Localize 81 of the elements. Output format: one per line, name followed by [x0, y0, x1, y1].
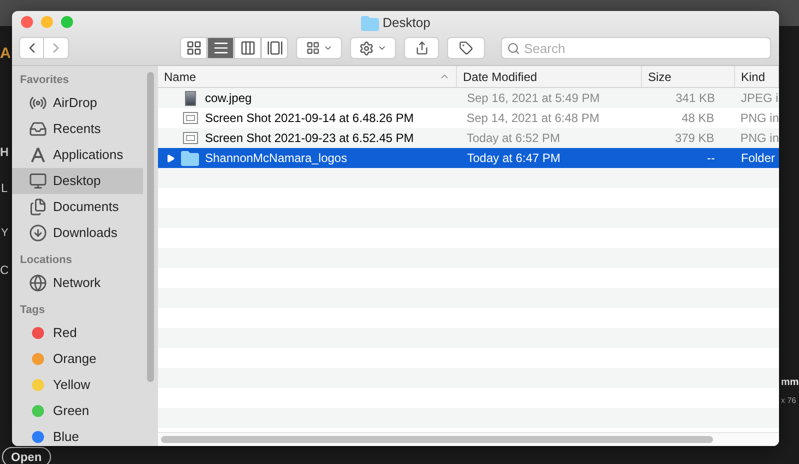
documents-icon: [29, 198, 47, 216]
globe-icon: [29, 274, 47, 292]
sidebar-item[interactable]: Orange: [12, 346, 143, 372]
gallery-view-icon: [266, 40, 282, 56]
column-header[interactable]: Date Modified: [457, 66, 642, 87]
tray-icon: [29, 120, 47, 138]
background-text: mm: [781, 378, 799, 388]
file-kind: Folder: [741, 151, 776, 165]
column-view-icon: [240, 40, 256, 56]
file-kind: JPEG i: [741, 91, 778, 105]
screenshot-file-icon: [182, 132, 198, 144]
background-text: C: [0, 264, 9, 276]
list-view-icon: [212, 40, 228, 56]
sidebar-item[interactable]: AirDrop: [12, 90, 143, 116]
search-icon: [507, 42, 520, 55]
view-mode-button[interactable]: [180, 37, 207, 59]
sidebar-item[interactable]: Green: [12, 398, 143, 424]
folder-icon: [181, 150, 199, 166]
sidebar-item[interactable]: Network: [12, 270, 143, 296]
sidebar-section-title: Favorites: [19, 72, 70, 88]
compass-tool-icon: [29, 146, 47, 164]
group-button[interactable]: [296, 37, 342, 59]
background-text: A: [0, 46, 11, 61]
folder-icon: [360, 16, 379, 30]
view-mode-button[interactable]: [234, 37, 261, 59]
sidebar-item[interactable]: Yellow: [12, 372, 143, 398]
settings-button[interactable]: [350, 37, 396, 59]
date-modified: Today at 6:47 PM: [467, 151, 560, 165]
view-mode-button[interactable]: [261, 37, 288, 59]
file-row[interactable]: cow.jpeg Sep 16, 2021 at 5:49 PM 341 KB JPEG i: [158, 88, 779, 108]
tag-icon: [459, 41, 473, 55]
sidebar-item[interactable]: Red: [12, 320, 143, 346]
background-text: H: [0, 146, 9, 158]
date-modified: Sep 16, 2021 at 5:49 PM: [467, 91, 600, 105]
file-size: --: [707, 150, 715, 167]
sidebar-item[interactable]: Documents: [12, 194, 143, 220]
back-button[interactable]: [19, 37, 44, 59]
airdrop-icon: [29, 94, 47, 112]
sidebar-item[interactable]: Blue: [12, 424, 143, 446]
tag-button[interactable]: [447, 37, 485, 59]
horizontal-scrollbar-thumb[interactable]: [161, 436, 713, 443]
column-header[interactable]: Name: [158, 66, 457, 87]
window-title: Desktop: [382, 14, 430, 32]
file-name: Screen Shot 2021-09-23 at 6.52.45 PM: [205, 130, 414, 147]
sidebar-section-title: Tags: [19, 302, 46, 318]
column-header[interactable]: Kind: [735, 66, 779, 87]
share-button[interactable]: [404, 37, 439, 59]
sidebar-section-title: Locations: [19, 252, 73, 268]
sidebar-item[interactable]: Downloads: [12, 220, 143, 246]
icon-view-icon: [186, 40, 202, 56]
search-field[interactable]: Search: [501, 37, 771, 59]
settings-icon: [359, 40, 374, 56]
file-kind: PNG in: [740, 131, 779, 145]
background-text: x 76: [781, 397, 796, 405]
file-size: 48 KB: [682, 110, 714, 127]
date-modified: Today at 6:52 PM: [466, 131, 560, 145]
share-icon: [414, 41, 428, 55]
sidebar-item[interactable]: Recents: [12, 116, 143, 142]
date-modified: Sep 14, 2021 at 6:48 PM: [466, 111, 600, 125]
file-size: 341 KB: [676, 90, 715, 107]
open-button[interactable]: Open: [2, 447, 51, 464]
file-name: cow.jpeg: [205, 90, 252, 107]
file-size: 379 KB: [674, 130, 714, 147]
download-icon: [29, 224, 47, 242]
view-mode-button[interactable]: [207, 37, 234, 59]
grid-icon: [306, 41, 320, 55]
column-header[interactable]: Size: [642, 66, 735, 87]
background-text: L: [1, 182, 8, 194]
sidebar-item[interactable]: Applications: [12, 142, 143, 168]
file-kind: PNG in: [740, 111, 779, 125]
background-text: Y: [1, 228, 8, 239]
monitor-icon: [29, 172, 47, 190]
screenshot-file-icon: [182, 112, 198, 124]
disclosure-icon[interactable]: [166, 154, 175, 162]
sidebar-item[interactable]: Desktop: [12, 168, 143, 194]
file-name: Screen Shot 2021-09-14 at 6.48.26 PM: [205, 110, 414, 127]
scrollbar-thumb[interactable]: [147, 72, 154, 382]
file-row[interactable]: Screen Shot 2021-09-23 at 6.52.45 PM Today at 6:52 PM 379 KB PNG in: [158, 128, 779, 148]
image-file-icon: [184, 90, 196, 106]
file-row[interactable]: ShannonMcNamara_logos Today at 6:47 PM -- Folder: [158, 148, 779, 168]
file-name: ShannonMcNamara_logos: [205, 150, 348, 167]
